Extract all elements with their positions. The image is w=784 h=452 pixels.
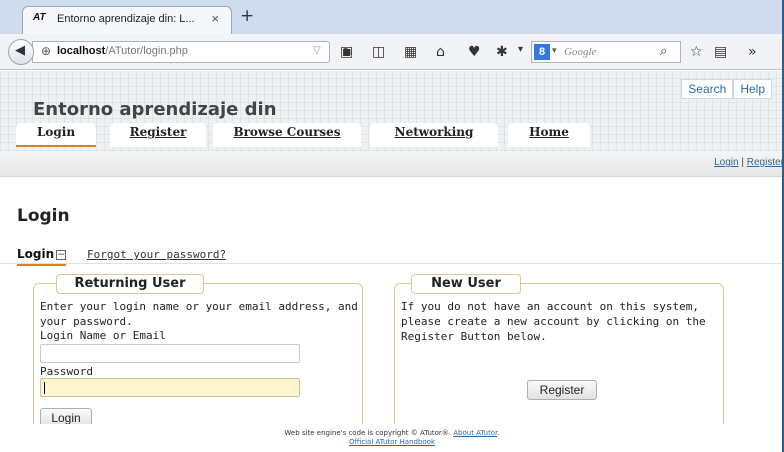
collapse-icon[interactable]: −	[56, 250, 67, 260]
new-user-text-line3: Register Button below.	[401, 330, 547, 343]
tab-networking[interactable]: Networking	[370, 123, 498, 147]
subnav-divider	[0, 263, 784, 264]
site-header: Search Help Entorno aprendizaje din Logi…	[0, 71, 784, 151]
register-button[interactable]: Register	[527, 380, 597, 400]
new-tab-button[interactable]: +	[240, 6, 254, 26]
bookmark-star-icon[interactable]: ☆	[690, 44, 703, 60]
password-label: Password	[40, 365, 93, 378]
login-instructions-line2: your password.	[40, 315, 133, 328]
browser-tab[interactable]: AT Entorno aprendizaje din: L... ×	[22, 6, 232, 34]
engine-dropdown-icon[interactable]: ▾	[552, 46, 557, 56]
tab-browse-courses[interactable]: Browse Courses	[213, 123, 361, 147]
login-name-input[interactable]	[40, 344, 300, 363]
login-name-label: Login Name or Email	[40, 329, 166, 342]
copyright-text: Web site engine's code is copyright © AT…	[284, 429, 452, 437]
search-icon[interactable]: ⌕	[660, 44, 667, 59]
forgot-password-link[interactable]: Forgot your password?	[87, 248, 226, 261]
url-bar[interactable]: ⊕ localhost/ATutor/login.php ▽ ↻	[32, 41, 353, 63]
atutor-favicon: AT	[33, 12, 46, 23]
new-user-text-line1: If you do not have an account on this sy…	[401, 300, 700, 313]
help-link[interactable]: Help	[733, 79, 772, 99]
page-title: Login	[17, 206, 70, 226]
tab-register[interactable]: Register	[110, 123, 206, 147]
extension-icon[interactable]: ♥	[468, 44, 481, 60]
login-instructions-line1: Enter your login name or your email addr…	[40, 300, 358, 313]
search-bar[interactable]: 8 ▾ Google ⌕	[531, 41, 681, 63]
sub-navigation-bar: Login | Register	[0, 151, 784, 177]
password-input[interactable]	[40, 378, 300, 397]
addon-icon[interactable]: ✱	[496, 44, 508, 60]
close-tab-icon[interactable]: ×	[211, 11, 219, 26]
link-separator: |	[738, 157, 747, 168]
register-link[interactable]: Register	[747, 157, 784, 168]
reader-view-icon[interactable]: ▣	[340, 44, 353, 60]
browser-tab-strip: AT Entorno aprendizaje din: L... × +	[0, 0, 784, 34]
handbook-link[interactable]: Official ATutor Handbook	[349, 438, 435, 446]
overflow-chevron-icon[interactable]: »	[748, 44, 757, 60]
tab-title: Entorno aprendizaje din: L...	[57, 13, 195, 25]
top-links: Search Help	[681, 79, 772, 99]
globe-icon: ⊕	[41, 44, 52, 58]
page-content: Search Help Entorno aprendizaje din Logi…	[0, 71, 784, 452]
subnav-login-label: Login	[17, 247, 55, 261]
tab-home[interactable]: Home	[508, 123, 590, 147]
back-arrow-icon: ◀	[15, 43, 25, 58]
text-caret	[44, 382, 45, 394]
new-user-text-line2: please create a new account by clicking …	[401, 315, 706, 328]
bookmarks-menu-icon[interactable]: ▤	[714, 44, 727, 60]
account-links: Login | Register	[714, 157, 784, 168]
addon-dropdown-icon[interactable]: ▾	[518, 44, 523, 55]
returning-user-legend: Returning User	[56, 274, 204, 294]
back-button[interactable]: ◀	[8, 39, 34, 65]
footer-copyright-line: Web site engine's code is copyright © AT…	[284, 429, 500, 437]
sidebar-icon[interactable]: ◫	[372, 44, 385, 60]
login-link[interactable]: Login	[714, 157, 738, 168]
site-title: Entorno aprendizaje din	[33, 99, 277, 120]
browser-nav-bar: ⊕ localhost/ATutor/login.php ▽ ↻ ◀ ▣ ◫ ▦…	[0, 34, 784, 70]
search-placeholder: Google	[564, 46, 597, 58]
tab-login[interactable]: Login	[16, 123, 96, 147]
url-text: localhost/ATutor/login.php	[57, 45, 188, 57]
page-footer: Web site engine's code is copyright © AT…	[0, 424, 784, 452]
about-atutor-link[interactable]: About ATutor	[453, 429, 497, 437]
new-user-legend: New User	[411, 274, 521, 294]
search-link[interactable]: Search	[681, 79, 734, 99]
apps-grid-icon[interactable]: ▦	[404, 44, 417, 60]
google-icon: 8	[534, 44, 550, 60]
url-dropdown-icon[interactable]: ▽	[313, 45, 321, 56]
home-icon[interactable]: ⌂	[436, 44, 445, 60]
